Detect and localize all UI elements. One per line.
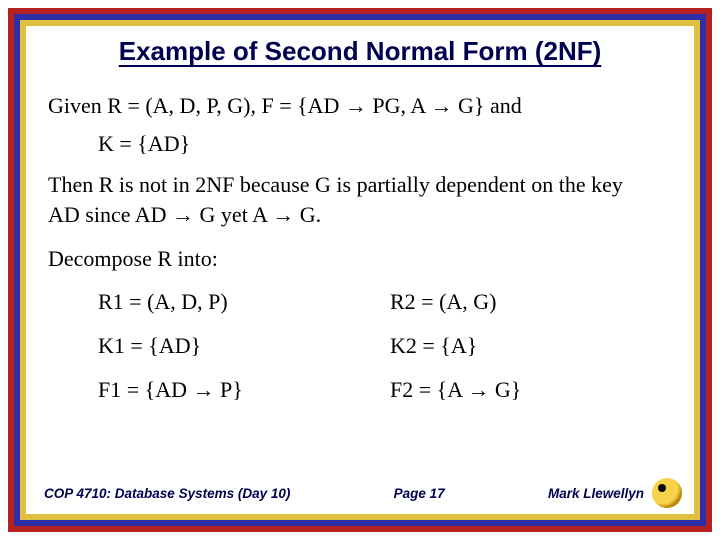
- k2: K2 = {A}: [390, 331, 672, 361]
- slide-title: Example of Second Normal Form (2NF): [26, 36, 694, 67]
- key-line: K = {AD}: [98, 129, 672, 159]
- slide: Example of Second Normal Form (2NF) Give…: [0, 0, 720, 540]
- border-inner: Example of Second Normal Form (2NF) Give…: [20, 20, 700, 520]
- f2: F2 = {A → G}: [390, 375, 672, 405]
- decomposition-grid: R1 = (A, D, P) R2 = (A, G) K1 = {AD} K2 …: [98, 287, 672, 404]
- slide-footer: COP 4710: Database Systems (Day 10) Page…: [26, 474, 694, 514]
- footer-page: Page 17: [394, 486, 445, 501]
- k1: K1 = {AD}: [98, 331, 380, 361]
- r2: R2 = (A, G): [390, 287, 672, 317]
- border-mid: Example of Second Normal Form (2NF) Give…: [14, 14, 706, 526]
- footer-course: COP 4710: Database Systems (Day 10): [44, 486, 290, 501]
- footer-author: Mark Llewellyn: [548, 486, 644, 501]
- ucf-logo-icon: [652, 478, 682, 508]
- then-line: Then R is not in 2NF because G is partia…: [48, 170, 648, 229]
- given-line: Given R = (A, D, P, G), F = {AD → PG, A …: [48, 91, 672, 121]
- r1: R1 = (A, D, P): [98, 287, 380, 317]
- slide-body: Given R = (A, D, P, G), F = {AD → PG, A …: [26, 73, 694, 474]
- border-outer: Example of Second Normal Form (2NF) Give…: [8, 8, 712, 532]
- decompose-label: Decompose R into:: [48, 244, 672, 274]
- f1: F1 = {AD → P}: [98, 375, 380, 405]
